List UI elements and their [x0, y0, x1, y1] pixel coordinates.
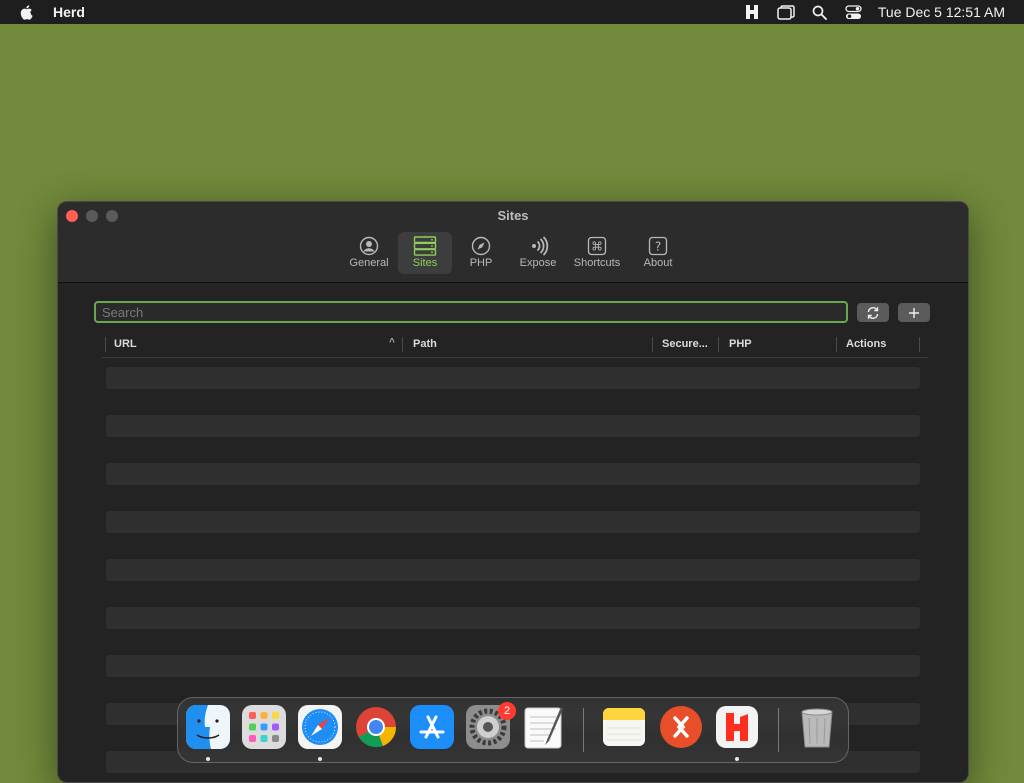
table-row: [106, 607, 920, 629]
column-separator: [105, 337, 106, 352]
chrome-icon[interactable]: [353, 704, 399, 750]
preferences-toolbar: General Sites PHP Expose ⌘ Shortcuts ? A…: [58, 230, 968, 276]
dock-separator: [583, 708, 584, 752]
add-site-button[interactable]: [898, 303, 930, 322]
refresh-icon: [867, 306, 879, 319]
tab-sites-label: Sites: [412, 257, 438, 269]
safari-icon[interactable]: [297, 704, 343, 750]
running-indicator: [735, 757, 739, 761]
sort-ascending-icon[interactable]: ^: [389, 337, 395, 348]
control-center-icon[interactable]: [844, 4, 864, 20]
search-icon[interactable]: [810, 4, 830, 20]
table-row: [106, 511, 920, 533]
svg-text:?: ?: [655, 240, 661, 254]
tab-php-label: PHP: [469, 257, 493, 269]
plus-icon: [909, 307, 919, 318]
column-separator: [919, 337, 920, 352]
app-menu-name[interactable]: Herd: [53, 4, 85, 20]
herd-app-icon[interactable]: [714, 704, 760, 750]
svg-text:⌘: ⌘: [591, 240, 603, 254]
table-row: [106, 463, 920, 485]
tab-expose-label: Expose: [519, 257, 557, 269]
window-title: Sites: [497, 208, 529, 223]
tab-general[interactable]: General: [342, 232, 396, 274]
tab-sites[interactable]: Sites: [398, 232, 452, 274]
herd-icon[interactable]: [742, 4, 762, 20]
textedit-icon[interactable]: [521, 704, 567, 750]
apple-logo-icon[interactable]: [18, 3, 36, 21]
table-row: [106, 415, 920, 437]
window-icon[interactable]: [776, 4, 796, 20]
tab-about-label: About: [643, 257, 673, 269]
search-input[interactable]: [96, 303, 858, 321]
refresh-button[interactable]: [857, 303, 889, 322]
sites-window: Sites General Sites PHP Expose ⌘ Shortcu…: [57, 201, 969, 783]
tab-php[interactable]: PHP: [456, 232, 506, 274]
dock-separator: [778, 708, 779, 752]
tab-shortcuts-label: Shortcuts: [573, 257, 621, 269]
table-row: [106, 559, 920, 581]
tab-about[interactable]: ? About: [632, 232, 684, 274]
column-separator[interactable]: [836, 337, 837, 352]
question-icon: ?: [648, 236, 668, 256]
column-separator[interactable]: [652, 337, 653, 352]
column-header-path[interactable]: Path: [413, 338, 437, 350]
column-separator[interactable]: [402, 337, 403, 352]
person-circle-icon: [359, 236, 379, 256]
broadcast-icon: [532, 236, 549, 256]
search-field-wrapper: [94, 301, 858, 323]
column-header-php[interactable]: PHP: [729, 338, 752, 350]
column-header-url[interactable]: URL: [114, 338, 137, 350]
tab-general-label: General: [349, 257, 389, 269]
running-indicator: [318, 757, 322, 761]
launchpad-icon[interactable]: [241, 704, 287, 750]
menu-bar: Herd Tue Dec 5 12:51 AM: [0, 0, 1024, 24]
table-row: [106, 367, 920, 389]
column-separator[interactable]: [718, 337, 719, 352]
app-store-icon[interactable]: [409, 704, 455, 750]
window-titlebar: Sites General Sites PHP Expose ⌘ Shortcu…: [58, 202, 968, 283]
running-indicator: [206, 757, 210, 761]
notification-badge: 2: [498, 702, 516, 720]
column-header-actions[interactable]: Actions: [846, 338, 886, 350]
trash-icon[interactable]: [794, 704, 840, 750]
table-header: URL ^ Path Secure... PHP Actions: [102, 333, 928, 358]
table-row: [106, 655, 920, 677]
menu-bar-clock[interactable]: Tue Dec 5 12:51 AM: [878, 4, 1005, 20]
tab-shortcuts[interactable]: ⌘ Shortcuts: [568, 232, 626, 274]
tab-expose[interactable]: Expose: [510, 232, 566, 274]
column-header-secure[interactable]: Secure...: [662, 338, 708, 350]
notes-icon[interactable]: [601, 704, 647, 750]
compass-icon: [471, 236, 491, 256]
remote-desktop-icon[interactable]: [658, 704, 704, 750]
dock: 2: [177, 697, 849, 763]
command-key-icon: ⌘: [587, 236, 607, 256]
server-stack-icon: [413, 236, 437, 256]
finder-icon[interactable]: [185, 704, 231, 750]
